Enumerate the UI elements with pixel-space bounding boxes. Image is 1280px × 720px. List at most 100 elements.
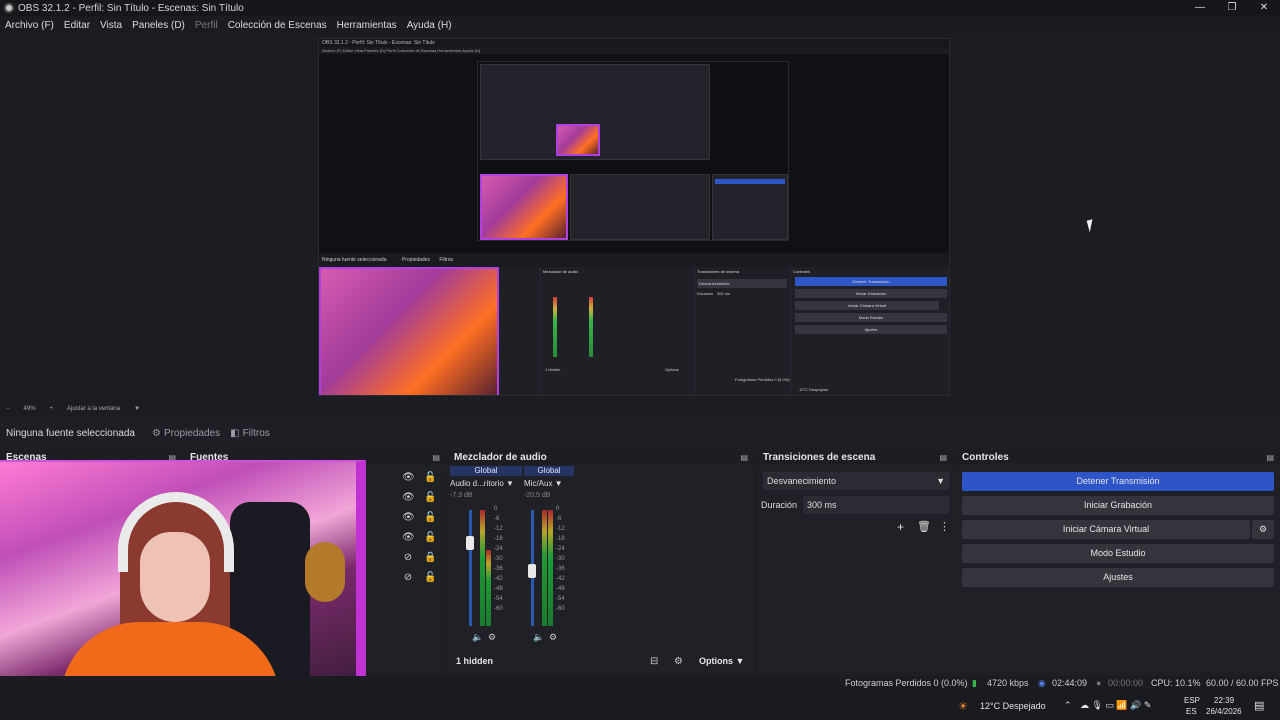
start-recording-button[interactable]: Iniciar Grabación	[962, 496, 1274, 515]
dock-menu-icon[interactable]: ▤	[740, 453, 748, 462]
nested-btn-studio: Modo Estudio	[795, 313, 947, 322]
filters-label: Filtros	[242, 427, 270, 439]
nested-dropped: Fotogramas Perdidos 0 (0.0%)	[735, 377, 790, 382]
start-virtual-camera-button[interactable]: Iniciar Cámara Virtual	[962, 520, 1250, 539]
add-transition-icon[interactable]: +	[897, 520, 904, 534]
speaker-icon[interactable]: 🔈	[472, 632, 483, 643]
channel-settings-icon[interactable]: ⚙	[549, 632, 557, 643]
transition-select[interactable]: Desvanecimiento ▼	[763, 472, 949, 490]
minimize-button[interactable]: —	[1184, 0, 1216, 16]
scale-tick: -18	[556, 536, 565, 542]
zoom-in-icon[interactable]: +	[50, 406, 54, 412]
menu-profile[interactable]: Perfil	[195, 20, 218, 31]
nested-btn-vcam: Iniciar Cámara Virtual	[795, 301, 939, 310]
nested-inner-webcam-small	[556, 124, 600, 156]
weather-icon[interactable]: ☀	[958, 700, 968, 713]
nested-filters: Filtros	[439, 257, 453, 263]
volume-fader-knob[interactable]	[528, 564, 536, 578]
lock-icon[interactable]: 🔓	[424, 472, 436, 483]
audio-meter	[548, 510, 553, 626]
channel-name-select[interactable]: Mic/Aux ▼	[524, 479, 574, 488]
menu-view[interactable]: Vista	[100, 20, 122, 31]
lang-top[interactable]: ESP	[1184, 696, 1200, 705]
nested-options: Options	[665, 367, 679, 372]
preview-canvas[interactable]: OBS 32.1.2 - Perfil: Sin Título - Escena…	[318, 38, 950, 396]
eye-icon[interactable]: 👁	[402, 472, 415, 483]
menu-help[interactable]: Ayuda (H)	[407, 20, 452, 31]
menu-scene-collection[interactable]: Colección de Escenas	[228, 20, 327, 31]
lock-icon[interactable]: 🔓	[424, 532, 436, 543]
dock-menu-icon[interactable]: ▤	[939, 453, 947, 462]
nested-dur-label: Duración	[697, 291, 714, 296]
nested-dur-value: 300 ms	[717, 291, 731, 296]
chevron-down-icon[interactable]: ▼	[134, 406, 140, 412]
properties-button[interactable]: ⚙ Propiedades	[152, 428, 220, 439]
zoom-fit-select[interactable]: Ajustar a la ventana	[67, 406, 120, 412]
stop-stream-button[interactable]: Detener Transmisión	[962, 472, 1274, 491]
menu-file[interactable]: Archivo (F)	[5, 20, 54, 31]
duration-input[interactable]: 300 ms	[803, 496, 949, 514]
channel-name: Audio d...ritorio	[450, 479, 504, 488]
nested-btn-record: Iniciar Grabación	[795, 289, 947, 298]
nested-mixer: Mezclador de audio 1 hidden Options	[541, 267, 695, 395]
eye-hidden-icon[interactable]: ⊘	[402, 572, 414, 583]
source-row[interactable]: 👁 🔓	[402, 472, 436, 483]
eye-icon[interactable]: 👁	[402, 532, 415, 543]
eye-icon[interactable]: 👁	[402, 512, 415, 523]
menu-docks[interactable]: Paneles (D)	[132, 20, 185, 31]
source-row[interactable]: ⊘ 🔒	[402, 552, 437, 563]
zoom-level: 49%	[23, 406, 36, 412]
clock-date[interactable]: 26/4/2026	[1206, 707, 1242, 716]
preview-area[interactable]: OBS 32.1.2 - Perfil: Sin Título - Escena…	[0, 34, 1280, 402]
advanced-audio-icon[interactable]: ⚙	[674, 656, 683, 667]
volume-fader-track[interactable]	[469, 510, 472, 626]
lock-icon[interactable]: 🔓	[424, 572, 436, 583]
weather-text[interactable]: 12°C Despejado	[980, 701, 1046, 711]
lock-icon[interactable]: 🔓	[424, 512, 436, 523]
clock-time[interactable]: 22:39	[1214, 696, 1234, 705]
channel-settings-icon[interactable]: ⚙	[488, 632, 496, 643]
mixer-options-button[interactable]: Options ▼	[699, 656, 744, 666]
lang-bottom[interactable]: ES	[1186, 707, 1197, 716]
volume-fader-knob[interactable]	[466, 536, 474, 550]
trash-icon[interactable]: 🗑	[917, 520, 931, 533]
menu-edit[interactable]: Editar	[64, 20, 90, 31]
lock-icon[interactable]: 🔓	[424, 492, 436, 503]
preview-zoom-bar: − 49% + Ajustar a la ventana ▼	[0, 402, 1280, 416]
scale-tick: -48	[556, 586, 565, 592]
nested-menu: Archivo (F) Editar Vista Paneles (D) Per…	[319, 47, 949, 54]
tray-icons[interactable]: ☁ 🎙 ▭ 📶 🔊 ✎	[1080, 700, 1151, 711]
source-row[interactable]: 👁 🔓	[402, 532, 436, 543]
speaker-icon[interactable]: 🔈	[533, 632, 544, 643]
notification-icon[interactable]: ▤	[1254, 699, 1264, 712]
status-bar: Fotogramas Perdidos 0 (0.0%) ▮ 4720 kbps…	[0, 676, 1280, 692]
channel-name-select[interactable]: Audio d...ritorio ▼	[450, 479, 522, 488]
eye-icon[interactable]: 👁	[402, 492, 415, 503]
studio-mode-button[interactable]: Modo Estudio	[962, 544, 1274, 563]
nested-weather: 12°C Despejado	[799, 387, 829, 392]
hidden-count[interactable]: 1 hidden	[456, 656, 493, 666]
eye-hidden-icon[interactable]: ⊘	[402, 552, 414, 563]
virtual-camera-settings-icon[interactable]: ⚙	[1252, 520, 1274, 539]
close-button[interactable]: ✕	[1248, 0, 1280, 16]
settings-button[interactable]: Ajustes	[962, 568, 1274, 587]
source-row[interactable]: ⊘ 🔓	[402, 572, 437, 583]
filters-button[interactable]: ◧ Filtros	[230, 428, 270, 439]
source-row[interactable]: 👁 🔓	[402, 492, 436, 503]
nested-mixer-title: Mezclador de audio	[543, 269, 578, 274]
chevron-down-icon: ▼	[936, 476, 945, 486]
layout-toggle-icon[interactable]: ⊟	[650, 656, 658, 667]
more-icon[interactable]: ⋮	[939, 520, 950, 533]
dock-menu-icon[interactable]: ▤	[1266, 453, 1274, 462]
dock-menu-icon[interactable]: ▤	[432, 453, 440, 462]
tray-chevron-icon[interactable]: ⌃	[1064, 700, 1072, 711]
audio-mixer-dock: Mezclador de audio ▤ Global Audio d...ri…	[448, 450, 754, 672]
webcam-headset	[118, 492, 234, 572]
controls-dock-header: Controles ▤	[956, 450, 1280, 465]
maximize-button[interactable]: ❐	[1216, 0, 1248, 16]
menu-tools[interactable]: Herramientas	[337, 20, 397, 31]
source-row[interactable]: 👁 🔓	[402, 512, 436, 523]
scale-tick: -18	[494, 536, 503, 542]
lock-icon[interactable]: 🔒	[424, 552, 436, 563]
zoom-out-icon[interactable]: −	[6, 406, 10, 412]
